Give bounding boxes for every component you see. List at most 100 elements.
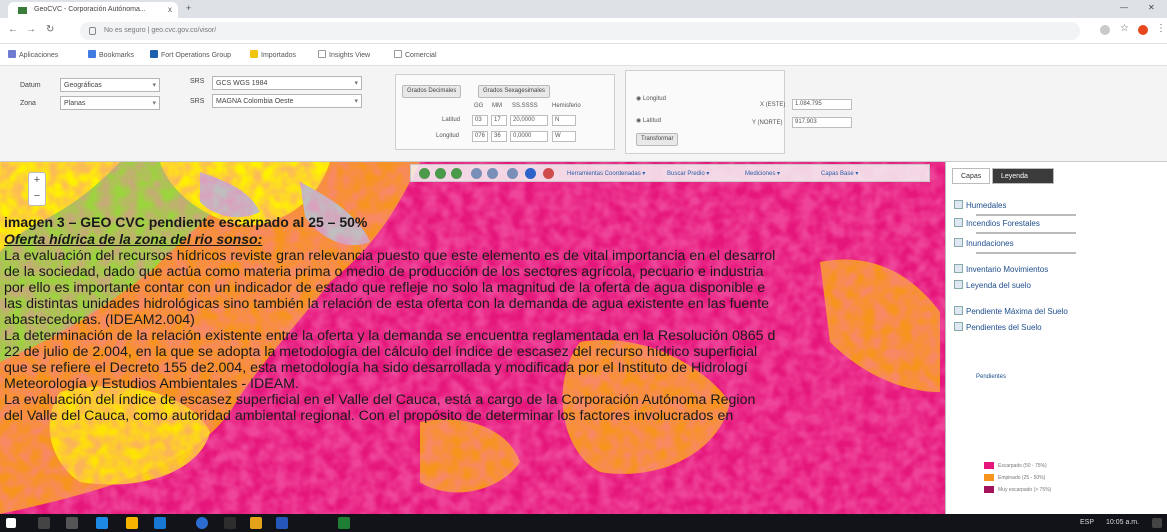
- grid-header: GG: [474, 103, 484, 109]
- url-field[interactable]: No es seguro | geo.cvc.gov.co/visor/: [80, 22, 1080, 40]
- map-toolbar: Herramientas Coordenadas ▾ Buscar Predio…: [410, 164, 930, 182]
- extension-icon[interactable]: [1100, 25, 1110, 35]
- page-icon: [318, 50, 326, 58]
- bookmark-3[interactable]: Importados: [250, 50, 296, 59]
- zone-label: Zona: [20, 100, 36, 107]
- menu-coordinates[interactable]: Herramientas Coordenadas ▾: [567, 170, 645, 177]
- lon-hemisphere-select[interactable]: W: [552, 131, 576, 142]
- crs-select-2[interactable]: MAGNA Colombia Oeste: [212, 94, 362, 108]
- legend-label: Muy escarpado (> 75%): [998, 487, 1052, 493]
- longitud-option[interactable]: ◉ Longitud: [636, 95, 666, 102]
- latitude-row-label: Latitud: [442, 117, 461, 123]
- zoom-in-tool-icon[interactable]: [471, 168, 482, 179]
- menu-icon[interactable]: ⋮: [1156, 23, 1166, 34]
- lon-seconds-input[interactable]: 0,0000: [510, 131, 548, 142]
- search-icon[interactable]: [38, 517, 50, 529]
- paragraph-line: Meteorología y Estudios Ambientales - ID…: [4, 376, 299, 392]
- datum-label: Datum: [20, 82, 41, 89]
- paragraph-line: La determinación de la relación existent…: [4, 328, 776, 344]
- paragraph-line: abastecedoras. (IDEAM2.004): [4, 312, 195, 328]
- paragraph-line: que se refiere el Decreto 155 de2.004, e…: [4, 360, 748, 376]
- bookmark-apps[interactable]: Aplicaciones: [8, 50, 58, 59]
- outlook-icon[interactable]: [154, 517, 166, 529]
- edge-icon[interactable]: [196, 517, 208, 529]
- image-caption: imagen 3 – GEO CVC pendiente escarpado a…: [4, 214, 368, 230]
- tab-title: GeoCVC - Corporación Autónoma...: [34, 6, 146, 13]
- crs-select-1[interactable]: GCS WGS 1984: [212, 76, 362, 90]
- lat-minutes-input[interactable]: 17: [491, 115, 507, 126]
- transform-button[interactable]: Transformar: [636, 133, 679, 146]
- paragraph-line: por ello es importante contar con un ind…: [4, 280, 766, 296]
- zoom-control: + −: [28, 172, 46, 206]
- decimal-degrees-button[interactable]: Grados Decimales: [402, 85, 462, 98]
- star-icon[interactable]: ☆: [1120, 23, 1129, 34]
- notifications-icon[interactable]: [1152, 518, 1162, 528]
- full-extent-icon[interactable]: [435, 168, 446, 179]
- lon-minutes-input[interactable]: 36: [491, 131, 507, 142]
- bookmark-1[interactable]: Bookmarks: [88, 50, 134, 59]
- menu-search-parcel[interactable]: Buscar Predio ▾: [667, 170, 709, 177]
- paragraph-line: La evaluación del recursos hídricos revi…: [4, 248, 776, 264]
- layer-item[interactable]: Humedales: [954, 200, 1006, 210]
- lat-seconds-input[interactable]: 20,0000: [510, 115, 548, 126]
- minimize-icon[interactable]: —: [1120, 3, 1128, 12]
- menu-measurements[interactable]: Mediciones ▾: [745, 170, 780, 177]
- bookmark-5[interactable]: Comercial: [394, 50, 437, 59]
- info-icon[interactable]: [525, 168, 536, 179]
- chrome-icon[interactable]: [250, 517, 262, 529]
- word-icon[interactable]: [224, 517, 236, 529]
- zoom-out-tool-icon[interactable]: [487, 168, 498, 179]
- paragraph-line: de la sociedad, dado que actúa como mate…: [4, 264, 764, 280]
- tab-layers[interactable]: Capas: [952, 168, 990, 184]
- clear-icon[interactable]: [543, 168, 554, 179]
- previous-extent-icon[interactable]: [451, 168, 462, 179]
- globe-icon[interactable]: [419, 168, 430, 179]
- lat-degrees-input[interactable]: 03: [472, 115, 488, 126]
- reload-icon[interactable]: ↻: [46, 24, 54, 35]
- legend-swatch: [984, 462, 994, 469]
- zone-select[interactable]: Planas: [60, 96, 160, 110]
- bookmarks-bar: Aplicaciones Bookmarks Fort Operations G…: [0, 44, 1167, 66]
- word-doc-icon[interactable]: [276, 517, 288, 529]
- legend-swatch: [984, 486, 994, 493]
- coordinate-input-box: Grados Decimales Grados Sexagesimales GG…: [395, 74, 615, 150]
- x-coord-label: X (ESTE): [760, 102, 786, 108]
- close-window-icon[interactable]: ✕: [1148, 3, 1155, 12]
- store-icon[interactable]: [96, 517, 108, 529]
- x-coord-output[interactable]: 1.084.795: [792, 99, 852, 110]
- legend-label: Empinado (25 - 50%): [998, 475, 1046, 481]
- star-bookmark-icon: [88, 50, 96, 58]
- start-icon[interactable]: [6, 518, 16, 528]
- y-coord-label: Y (NORTE): [752, 120, 783, 126]
- tray-clock[interactable]: 10:05 a.m.: [1106, 519, 1139, 526]
- tray-language[interactable]: ESP: [1080, 519, 1094, 526]
- grid-header: SS.SSSS: [512, 103, 538, 109]
- datum-select[interactable]: Geográficas: [60, 78, 160, 92]
- paragraph-line: La evaluación del índice de escasez supe…: [4, 392, 756, 408]
- legend-swatch: [984, 474, 994, 481]
- profile-icon[interactable]: [1138, 25, 1148, 35]
- lon-degrees-input[interactable]: 076: [472, 131, 488, 142]
- zoom-out-button[interactable]: −: [29, 189, 45, 205]
- lat-hemisphere-select[interactable]: N: [552, 115, 576, 126]
- menu-base-layers[interactable]: Capas Base ▾: [821, 170, 858, 177]
- y-coord-output[interactable]: 917.903: [792, 117, 852, 128]
- browser-tab-bar: GeoCVC - Corporación Autónoma... x + — ✕: [0, 0, 1167, 18]
- tab-close-icon[interactable]: x: [168, 5, 172, 14]
- zoom-in-button[interactable]: +: [29, 173, 45, 189]
- latitud-option[interactable]: ◉ Latitud: [636, 117, 661, 124]
- browser-tab[interactable]: GeoCVC - Corporación Autónoma... x: [8, 2, 178, 18]
- checkbox-icon[interactable]: [954, 200, 963, 209]
- forward-icon[interactable]: →: [26, 24, 36, 35]
- paragraph-line: del Valle del Cauca, como autoridad ambi…: [4, 408, 734, 424]
- new-tab-button[interactable]: +: [186, 3, 191, 13]
- excel-icon[interactable]: [338, 517, 350, 529]
- bookmark-4[interactable]: Insights View: [318, 50, 370, 59]
- tab-legend[interactable]: Leyenda: [992, 168, 1054, 184]
- sexagesimal-button[interactable]: Grados Sexagesimales: [478, 85, 551, 98]
- task-view-icon[interactable]: [66, 517, 78, 529]
- back-icon[interactable]: ←: [8, 24, 18, 35]
- explorer-icon[interactable]: [126, 517, 138, 529]
- pan-icon[interactable]: [507, 168, 518, 179]
- bookmark-2[interactable]: Fort Operations Group: [150, 50, 231, 59]
